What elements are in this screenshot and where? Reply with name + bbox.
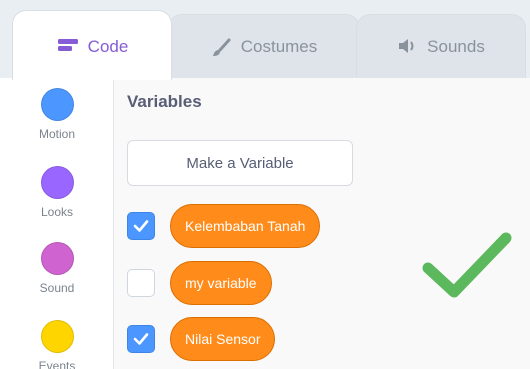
variable-row: my variable	[127, 261, 272, 305]
brush-icon	[211, 37, 233, 59]
variable-reporter-block[interactable]: Kelembaban Tanah	[170, 204, 321, 248]
variable-checkbox[interactable]	[127, 212, 155, 240]
variable-reporter-block[interactable]: Nilai Sensor	[170, 317, 276, 361]
tab-code[interactable]: Code	[12, 10, 172, 80]
events-category-icon	[40, 320, 74, 353]
category-menu: Motion Looks Sound Events	[0, 78, 114, 369]
category-label: Motion	[38, 127, 76, 141]
category-label: Events	[38, 359, 76, 369]
variable-row: Kelembaban Tanah	[127, 204, 321, 248]
category-sound[interactable]: Sound	[0, 242, 114, 295]
category-looks[interactable]: Looks	[0, 166, 114, 219]
variable-checkbox[interactable]	[127, 269, 155, 297]
variable-reporter-block[interactable]: my variable	[170, 261, 272, 305]
sound-category-icon	[40, 242, 74, 275]
tab-costumes-label: Costumes	[240, 37, 318, 56]
speaker-icon	[397, 37, 419, 55]
tab-bar: Code Costumes Sounds	[0, 0, 530, 80]
block-palette: Variables Make a Variable Kelembaban Tan…	[114, 78, 530, 369]
code-icon	[56, 37, 80, 55]
make-variable-button[interactable]: Make a Variable	[127, 140, 353, 186]
tab-sounds[interactable]: Sounds	[356, 14, 526, 78]
category-label: Sound	[39, 281, 75, 295]
tab-code-label: Code	[87, 37, 129, 56]
big-green-checkmark-icon	[420, 230, 512, 307]
variable-checkbox[interactable]	[127, 325, 155, 353]
tab-sounds-label: Sounds	[427, 37, 485, 56]
section-title: Variables	[127, 92, 202, 111]
looks-category-icon	[40, 166, 74, 199]
motion-category-icon	[40, 88, 74, 121]
category-label: Looks	[40, 205, 74, 219]
category-motion[interactable]: Motion	[0, 88, 114, 141]
checkmark-icon	[133, 333, 149, 345]
checkmark-icon	[133, 220, 149, 232]
scratch-editor: Code Costumes Sounds Motion Looks Sound …	[0, 0, 530, 369]
tab-costumes[interactable]: Costumes	[168, 14, 360, 78]
category-events[interactable]: Events	[0, 320, 114, 369]
variable-row: Nilai Sensor	[127, 317, 276, 361]
